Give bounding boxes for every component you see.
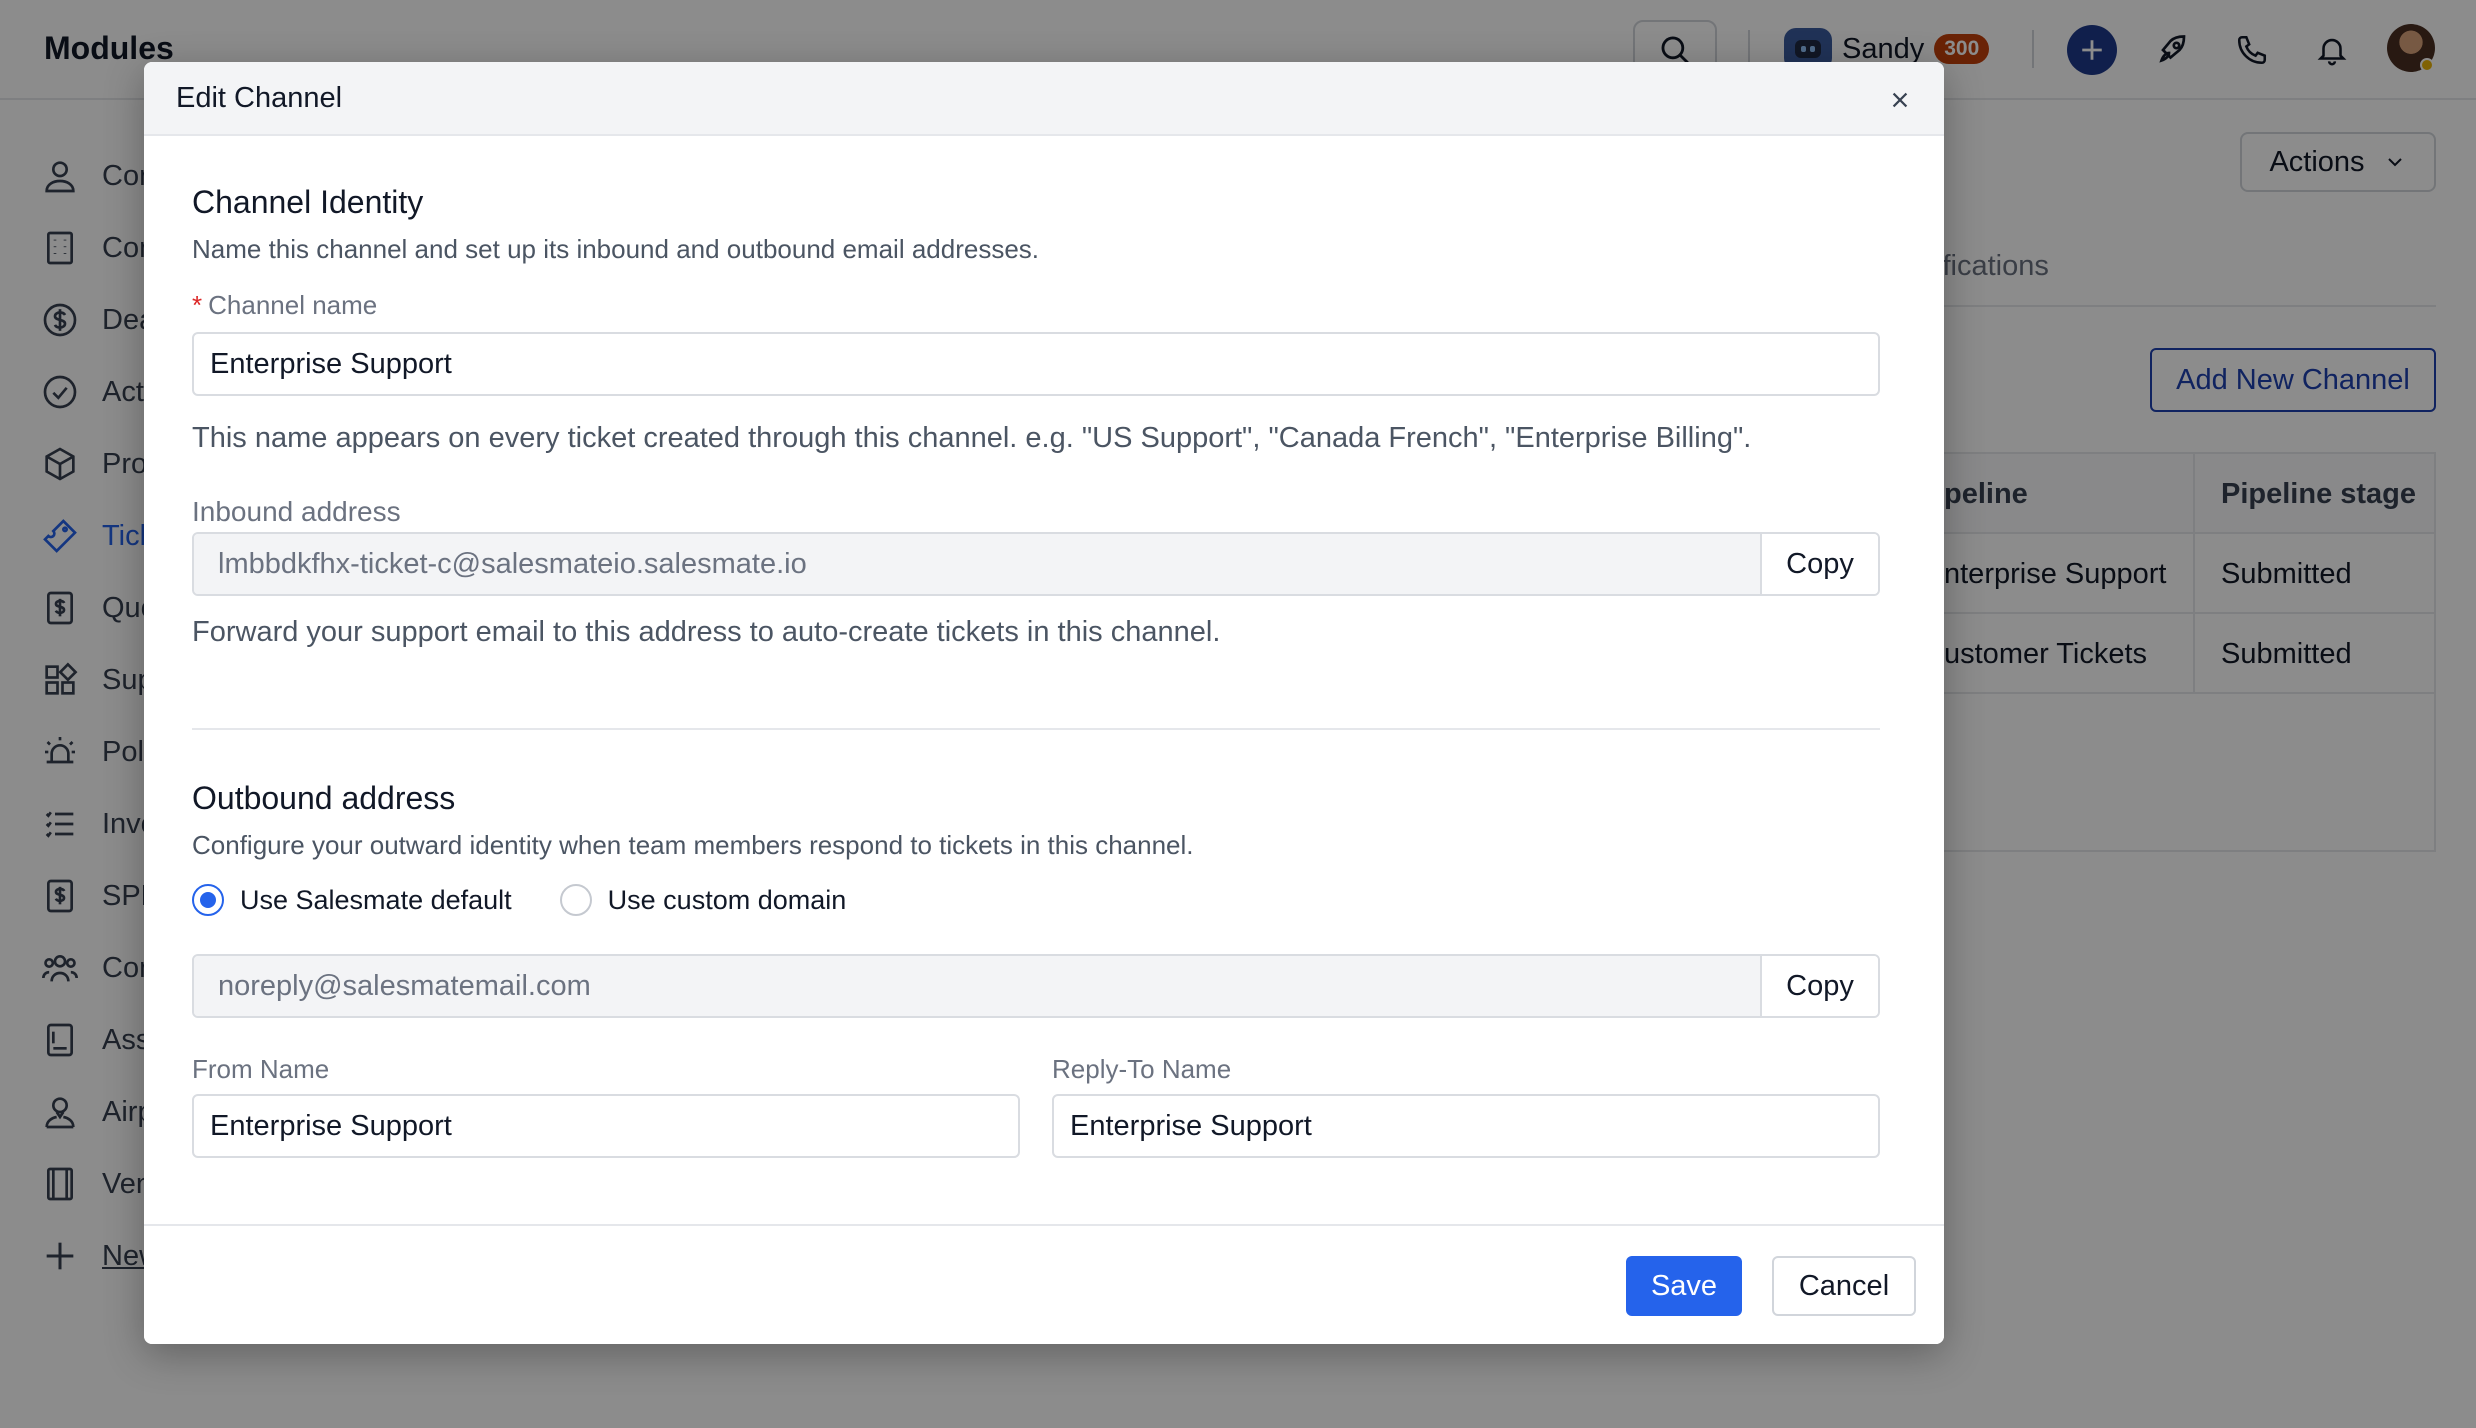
channel-name-input[interactable] [192, 332, 1880, 396]
outbound-address-group: noreply@salesmatemail.com Copy [192, 954, 1880, 1018]
channel-identity-title: Channel Identity [192, 184, 424, 220]
channel-identity-description: Name this channel and set up its inbound… [192, 234, 1040, 264]
outbound-mode-radio-group: Use Salesmate default Use custom domain [192, 884, 894, 916]
modal-title: Edit Channel [176, 82, 343, 114]
outbound-address-value[interactable]: noreply@salesmatemail.com [194, 956, 1760, 1016]
radio-button-checked[interactable] [192, 884, 224, 916]
radio-custom-domain[interactable]: Use custom domain [559, 884, 847, 916]
radio-salesmate-default[interactable]: Use Salesmate default [192, 884, 512, 916]
inbound-address-help: Forward your support email to this addre… [192, 616, 1221, 648]
channel-name-help: This name appears on every ticket create… [192, 422, 1752, 454]
cancel-button[interactable]: Cancel [1772, 1256, 1916, 1316]
outbound-address-title: Outbound address [192, 780, 456, 816]
copy-outbound-button[interactable]: Copy [1760, 956, 1878, 1016]
reply-to-name-label: Reply-To Name [1052, 1054, 1232, 1084]
radio-label: Use custom domain [607, 884, 847, 915]
from-name-label: From Name [192, 1054, 330, 1084]
radio-label: Use Salesmate default [240, 884, 512, 915]
inbound-address-group: lmbbdkfhx-ticket-c@salesmateio.salesmate… [192, 532, 1880, 596]
modal-footer: Save Cancel [144, 1224, 1944, 1344]
inbound-address-label: Inbound address [192, 496, 401, 527]
close-icon [1892, 92, 1908, 108]
copy-inbound-button[interactable]: Copy [1760, 534, 1878, 594]
radio-button-unchecked[interactable] [559, 884, 592, 916]
reply-to-name-input[interactable] [1052, 1094, 1880, 1158]
from-name-input[interactable] [192, 1094, 1020, 1158]
save-button[interactable]: Save [1626, 1256, 1742, 1316]
required-mark: * [192, 290, 203, 320]
modal-header: Edit Channel [144, 62, 1944, 136]
edit-channel-modal: Edit Channel Channel Identity Name this … [144, 62, 1944, 1344]
inbound-address-value[interactable]: lmbbdkfhx-ticket-c@salesmateio.salesmate… [194, 534, 1760, 594]
close-button[interactable] [1880, 80, 1920, 120]
channel-name-label: * Channel name [192, 290, 378, 320]
section-divider [192, 728, 1880, 730]
outbound-address-description: Configure your outward identity when tea… [192, 830, 1194, 860]
